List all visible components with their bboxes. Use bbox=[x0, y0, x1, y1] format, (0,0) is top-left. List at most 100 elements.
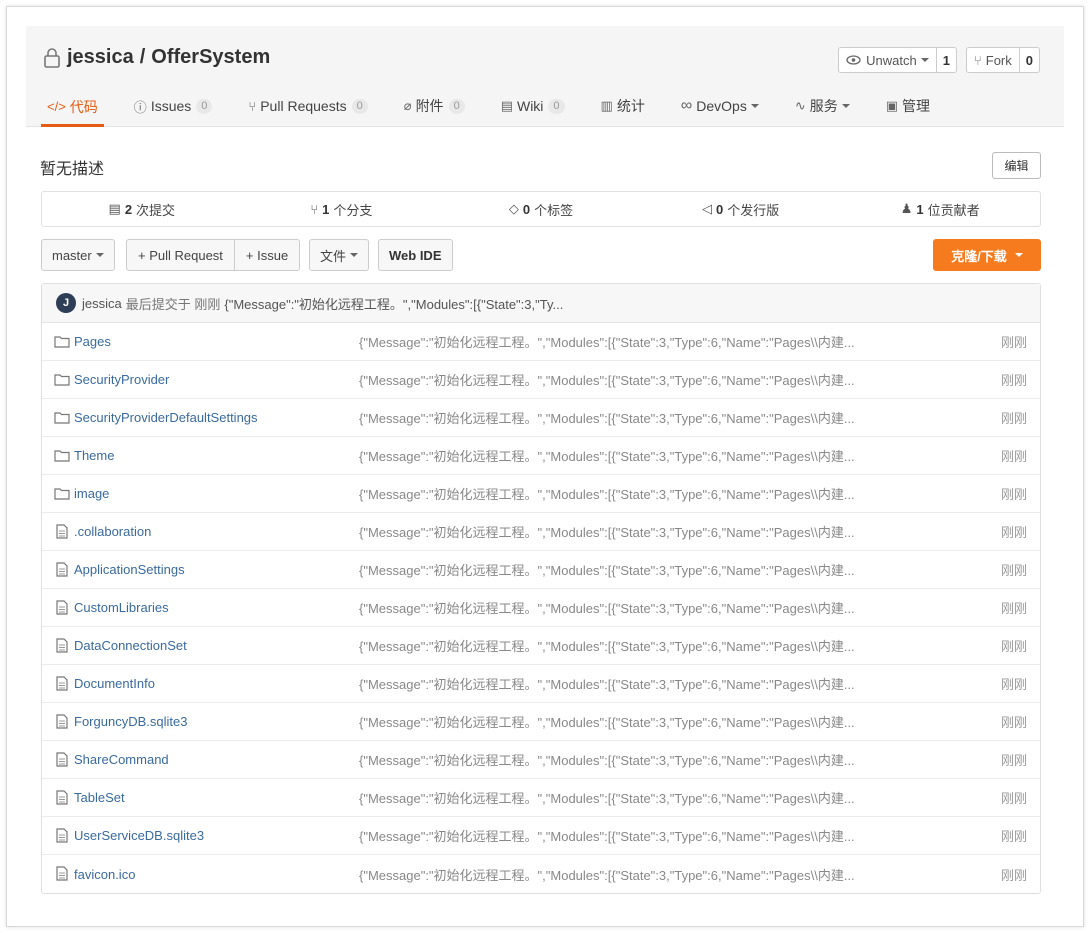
table-row[interactable]: TableSet {"Message":"初始化远程工程。","Modules":… bbox=[42, 779, 1040, 817]
table-row[interactable]: favicon.ico {"Message":"初始化远程工程。","Module… bbox=[42, 855, 1040, 893]
watch-count[interactable]: 1 bbox=[935, 48, 956, 72]
paperclip-icon: ⌀ bbox=[403, 98, 412, 113]
file-name-link[interactable]: ApplicationSettings bbox=[74, 562, 185, 577]
file-commit-time: 刚刚 bbox=[1000, 753, 1027, 768]
edit-button[interactable]: 编辑 bbox=[992, 152, 1041, 179]
file-name-link[interactable]: Pages bbox=[74, 334, 111, 349]
branch-icon: ⑂ bbox=[310, 201, 319, 217]
new-pull-request-button[interactable]: + Pull Request bbox=[127, 240, 234, 270]
file-commit-message[interactable]: {"Message":"初始化远程工程。","Modules":[{"State… bbox=[359, 865, 855, 884]
unwatch-button[interactable]: Unwatch 1 bbox=[838, 47, 957, 73]
clone-download-button[interactable]: 克隆/下载 bbox=[933, 239, 1041, 271]
stat-label: 个标签 bbox=[534, 202, 574, 218]
stat-commits[interactable]: ▤ 2 次提交 bbox=[42, 200, 242, 219]
chevron-down-icon bbox=[841, 104, 850, 108]
file-commit-time: 刚刚 bbox=[1000, 791, 1027, 806]
file-name-link[interactable]: ShareCommand bbox=[74, 752, 169, 767]
branch-select[interactable]: master bbox=[41, 239, 115, 271]
table-row[interactable]: Theme {"Message":"初始化远程工程。","Modules":[{"… bbox=[42, 437, 1040, 475]
file-commit-message[interactable]: {"Message":"初始化远程工程。","Modules":[{"State… bbox=[359, 484, 855, 503]
table-row[interactable]: .collaboration {"Message":"初始化远程工程。","Mod… bbox=[42, 513, 1040, 551]
file-name-link[interactable]: ForguncyDB.sqlite3 bbox=[74, 714, 187, 729]
tab-wiki[interactable]: ▤ Wiki 0 bbox=[495, 86, 571, 126]
table-row[interactable]: DocumentInfo {"Message":"初始化远程工程。","Modul… bbox=[42, 665, 1040, 703]
table-row[interactable]: DataConnectionSet {"Message":"初始化远程工程。","… bbox=[42, 627, 1040, 665]
clone-label: 克隆/下载 bbox=[951, 248, 1007, 264]
web-ide-button[interactable]: Web IDE bbox=[378, 239, 453, 271]
stat-branches[interactable]: ⑂ 1 个分支 bbox=[242, 200, 442, 219]
stat-contributors[interactable]: ♟ 1 位贡献者 bbox=[840, 200, 1040, 219]
avatar[interactable]: J bbox=[56, 293, 76, 313]
file-name-link[interactable]: image bbox=[74, 486, 109, 501]
tab-services[interactable]: ∿ 服务 bbox=[789, 86, 856, 126]
table-row[interactable]: CustomLibraries {"Message":"初始化远程工程。","Mo… bbox=[42, 589, 1040, 627]
file-commit-message[interactable]: {"Message":"初始化远程工程。","Modules":[{"State… bbox=[359, 560, 855, 579]
tab-devops[interactable]: ∞ DevOps bbox=[675, 86, 765, 126]
file-name-link[interactable]: CustomLibraries bbox=[74, 600, 169, 615]
file-commit-time: 刚刚 bbox=[1000, 715, 1027, 730]
file-name-link[interactable]: UserServiceDB.sqlite3 bbox=[74, 828, 204, 843]
table-row[interactable]: image {"Message":"初始化远程工程。","Modules":[{"… bbox=[42, 475, 1040, 513]
tab-issues[interactable]: ⓘ Issues 0 bbox=[128, 86, 219, 126]
file-name-link[interactable]: favicon.ico bbox=[74, 867, 135, 882]
file-icon bbox=[56, 562, 68, 577]
file-name-link[interactable]: DocumentInfo bbox=[74, 676, 155, 691]
file-commit-time: 刚刚 bbox=[1000, 335, 1027, 350]
file-commit-message[interactable]: {"Message":"初始化远程工程。","Modules":[{"State… bbox=[359, 332, 855, 351]
file-commit-message[interactable]: {"Message":"初始化远程工程。","Modules":[{"State… bbox=[359, 598, 855, 617]
repo-stats: ▤ 2 次提交 ⑂ 1 个分支 ◇ 0 个标签 ◁ 0 个发行版 ♟ 1 位贡献… bbox=[41, 191, 1041, 227]
tab-badge: 0 bbox=[351, 98, 368, 114]
file-commit-message[interactable]: {"Message":"初始化远程工程。","Modules":[{"State… bbox=[359, 712, 855, 731]
stat-releases[interactable]: ◁ 0 个发行版 bbox=[641, 200, 841, 219]
files-dropdown[interactable]: 文件 bbox=[309, 239, 370, 271]
repo-owner[interactable]: jessica bbox=[67, 46, 134, 69]
file-commit-time: 刚刚 bbox=[1000, 373, 1027, 388]
file-name-link[interactable]: DataConnectionSet bbox=[74, 638, 187, 653]
file-name-link[interactable]: SecurityProviderDefaultSettings bbox=[74, 410, 258, 425]
file-name-link[interactable]: TableSet bbox=[74, 790, 125, 805]
table-row[interactable]: ShareCommand {"Message":"初始化远程工程。","Modul… bbox=[42, 741, 1040, 779]
folder-icon bbox=[54, 412, 70, 424]
tab-manage[interactable]: ▣ 管理 bbox=[880, 86, 936, 126]
tab-statistics[interactable]: ▥ 统计 bbox=[595, 86, 651, 126]
folder-icon bbox=[54, 336, 70, 348]
fork-count[interactable]: 0 bbox=[1018, 48, 1039, 72]
stat-label: 个分支 bbox=[333, 202, 373, 218]
file-commit-time: 刚刚 bbox=[1000, 677, 1027, 692]
file-commit-message[interactable]: {"Message":"初始化远程工程。","Modules":[{"State… bbox=[359, 788, 855, 807]
file-commit-message[interactable]: {"Message":"初始化远程工程。","Modules":[{"State… bbox=[359, 750, 855, 769]
file-commit-message[interactable]: {"Message":"初始化远程工程。","Modules":[{"State… bbox=[359, 522, 855, 541]
tab-code[interactable]: </> 代码 bbox=[41, 86, 104, 127]
file-name-link[interactable]: SecurityProvider bbox=[74, 372, 169, 387]
file-commit-message[interactable]: {"Message":"初始化远程工程。","Modules":[{"State… bbox=[359, 370, 855, 389]
tab-pull-requests[interactable]: ⑂ Pull Requests 0 bbox=[242, 86, 373, 126]
table-row[interactable]: SecurityProviderDefaultSettings {"Message… bbox=[42, 399, 1040, 437]
table-row[interactable]: UserServiceDB.sqlite3 {"Message":"初始化远程工程… bbox=[42, 817, 1040, 855]
file-name-link[interactable]: Theme bbox=[74, 448, 114, 463]
commit-message[interactable]: {"Message":"初始化远程工程。","Modules":[{"State… bbox=[224, 294, 563, 313]
file-icon bbox=[56, 676, 68, 691]
tab-label: Wiki bbox=[516, 98, 544, 114]
fork-button[interactable]: ⑂ Fork 0 bbox=[965, 47, 1040, 73]
chevron-down-icon bbox=[920, 58, 929, 62]
file-commit-message[interactable]: {"Message":"初始化远程工程。","Modules":[{"State… bbox=[359, 408, 855, 427]
bar-chart-icon: ▥ bbox=[600, 98, 613, 113]
tab-attachments[interactable]: ⌀ 附件 0 bbox=[398, 86, 471, 126]
repo-name[interactable]: OfferSystem bbox=[151, 46, 270, 69]
commit-author[interactable]: jessica bbox=[82, 296, 122, 311]
file-commit-message[interactable]: {"Message":"初始化远程工程。","Modules":[{"State… bbox=[359, 446, 855, 465]
table-row[interactable]: ApplicationSettings {"Message":"初始化远程工程。"… bbox=[42, 551, 1040, 589]
tab-badge: 0 bbox=[448, 98, 465, 114]
code-icon: </> bbox=[47, 99, 66, 114]
file-icon bbox=[56, 524, 68, 539]
stat-tags[interactable]: ◇ 0 个标签 bbox=[441, 200, 641, 219]
file-commit-message[interactable]: {"Message":"初始化远程工程。","Modules":[{"State… bbox=[359, 826, 855, 845]
file-commit-message[interactable]: {"Message":"初始化远程工程。","Modules":[{"State… bbox=[359, 636, 855, 655]
chevron-down-icon bbox=[1014, 253, 1023, 257]
table-row[interactable]: ForguncyDB.sqlite3 {"Message":"初始化远程工程。",… bbox=[42, 703, 1040, 741]
file-commit-message[interactable]: {"Message":"初始化远程工程。","Modules":[{"State… bbox=[359, 674, 855, 693]
table-row[interactable]: Pages {"Message":"初始化远程工程。","Modules":[{"… bbox=[42, 323, 1040, 361]
table-row[interactable]: SecurityProvider {"Message":"初始化远程工程。","M… bbox=[42, 361, 1040, 399]
file-name-link[interactable]: .collaboration bbox=[74, 524, 151, 539]
new-issue-button[interactable]: + Issue bbox=[233, 240, 299, 270]
